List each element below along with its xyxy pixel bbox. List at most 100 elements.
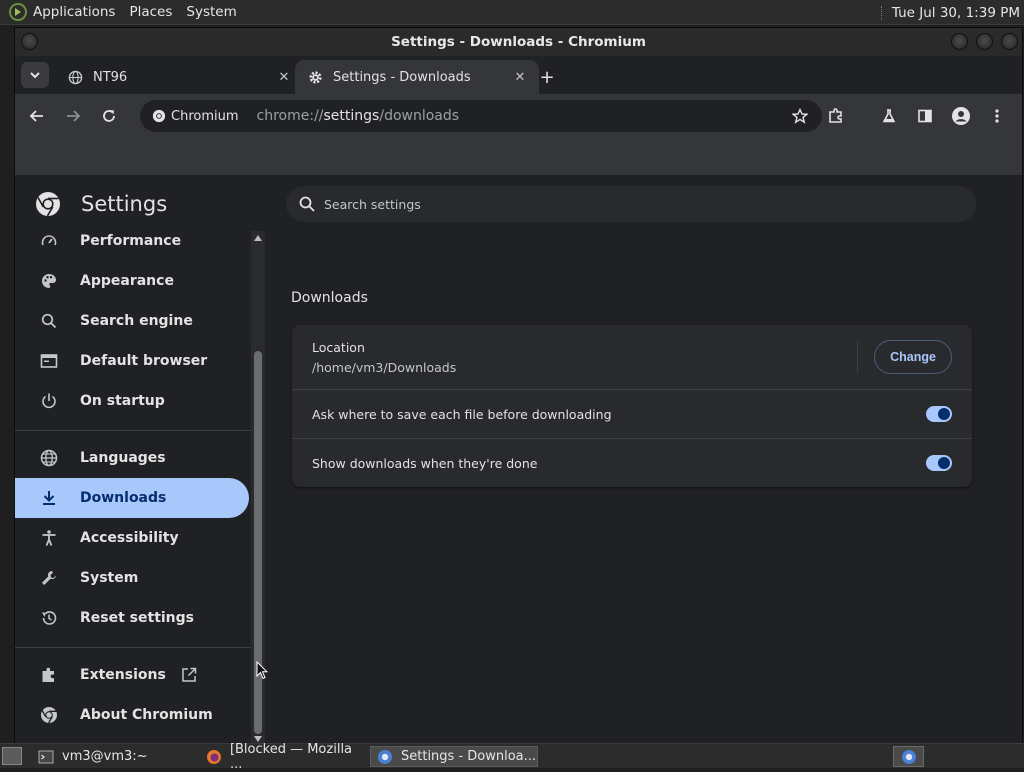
downloads-settings-card: Location /home/vm3/Downloads Change Ask …	[292, 325, 972, 487]
sidebar-item-reset-settings[interactable]: Reset settings	[15, 598, 249, 638]
clock[interactable]: Tue Jul 30, 1:39 PM	[880, 0, 1024, 25]
show-downloads-toggle[interactable]	[926, 455, 952, 471]
sidebar-item-downloads[interactable]: Downloads	[15, 478, 249, 518]
close-window-button[interactable]	[1001, 33, 1018, 50]
nav-divider	[15, 430, 251, 431]
taskbar-item-chromium[interactable]: Settings - Downloa...	[370, 746, 538, 767]
palette-icon	[39, 271, 59, 291]
open-in-new-icon	[182, 667, 197, 682]
ask-where-toggle[interactable]	[926, 406, 952, 422]
sidebar-item-extensions[interactable]: Extensions	[15, 655, 249, 695]
search-settings-field[interactable]: Search settings	[286, 186, 976, 222]
location-path: /home/vm3/Downloads	[312, 360, 457, 375]
minimize-button[interactable]	[951, 33, 968, 50]
taskbar-label: [Blocked — Mozilla ...	[229, 741, 353, 772]
url-text[interactable]: chrome://settings/downloads	[257, 108, 460, 124]
search-placeholder: Search settings	[324, 196, 421, 212]
side-panel-button[interactable]	[911, 102, 939, 130]
chromium-icon	[378, 749, 392, 764]
forward-button[interactable]	[59, 102, 87, 130]
search-icon	[39, 311, 59, 331]
show-downloads-label: Show downloads when they're done	[312, 455, 538, 471]
gear-icon	[307, 69, 323, 85]
tab-strip: NT96 ✕ Settings - Downloads ✕ +	[15, 56, 1022, 94]
avatar-icon	[952, 107, 970, 125]
distro-logo-icon[interactable]	[9, 3, 27, 21]
browser-icon	[39, 351, 59, 371]
close-icon[interactable]: ✕	[275, 68, 293, 86]
address-bar[interactable]: Chromium chrome://settings/downloads	[140, 100, 822, 132]
window-title: Settings - Downloads - Chromium	[391, 34, 646, 50]
close-icon[interactable]: ✕	[511, 68, 529, 86]
tab-settings-downloads[interactable]: Settings - Downloads ✕	[295, 60, 539, 94]
labs-button[interactable]	[875, 102, 903, 130]
scroll-up-arrow-icon[interactable]	[254, 235, 262, 241]
history-icon	[39, 608, 59, 628]
ask-where-row[interactable]: Ask where to save each file before downl…	[292, 389, 972, 438]
sidebar-item-on-startup[interactable]: On startup	[15, 381, 249, 421]
sidebar-item-system[interactable]: System	[15, 558, 249, 598]
puzzle-icon	[39, 665, 59, 685]
sidebar-item-about-chromium[interactable]: About Chromium	[15, 695, 249, 735]
url-scheme: chrome://	[256, 108, 324, 124]
settings-title: Settings	[81, 192, 168, 216]
sidebar-item-label: Search engine	[80, 313, 193, 329]
sidebar-item-label: Performance	[80, 233, 182, 249]
profile-button[interactable]	[947, 102, 975, 130]
clock-text: Tue Jul 30, 1:39 PM	[891, 4, 1020, 21]
sidebar-item-performance[interactable]: Performance	[15, 230, 249, 261]
top-panel: Applications Places System Tue Jul 30, 1…	[0, 0, 1024, 25]
sidebar-item-label: Appearance	[80, 273, 174, 289]
window-titlebar[interactable]: Settings - Downloads - Chromium	[15, 28, 1022, 56]
chromium-logo-icon	[36, 192, 60, 217]
back-button[interactable]	[23, 102, 51, 130]
location-label: Location	[312, 340, 365, 355]
sidebar-item-appearance[interactable]: Appearance	[15, 261, 249, 301]
site-chip-label: Chromium	[171, 108, 239, 124]
menu-button[interactable]	[983, 102, 1011, 130]
mouse-cursor-icon	[256, 661, 268, 680]
sidebar-item-search-engine[interactable]: Search engine	[15, 301, 249, 341]
panel-separator	[880, 5, 884, 20]
tab-search-button[interactable]	[21, 62, 49, 88]
system-menu[interactable]: System	[186, 4, 236, 20]
reload-button[interactable]	[95, 102, 123, 130]
side-panel-icon	[918, 109, 932, 123]
new-tab-button[interactable]: +	[535, 65, 559, 89]
settings-nav: Performance Appearance Search engine Def…	[15, 230, 251, 744]
maximize-button[interactable]	[976, 33, 993, 50]
terminal-icon	[38, 750, 54, 763]
sidebar-item-accessibility[interactable]: Accessibility	[15, 518, 249, 558]
tab-label: NT96	[93, 69, 128, 85]
section-title-downloads: Downloads	[291, 290, 368, 306]
sidebar-item-languages[interactable]: Languages	[15, 438, 249, 478]
places-menu[interactable]: Places	[129, 4, 172, 20]
download-icon	[39, 488, 59, 508]
sidebar-item-label: Default browser	[80, 353, 208, 369]
applications-menu[interactable]: Applications	[33, 4, 115, 20]
sidebar-item-label: Languages	[80, 450, 166, 466]
tray-chromium-icon[interactable]	[893, 746, 924, 767]
speedometer-icon	[39, 231, 59, 251]
taskbar-label: vm3@vm3:~	[62, 749, 148, 764]
window-menu-button[interactable]	[21, 33, 38, 50]
arrow-right-icon	[67, 110, 81, 122]
show-downloads-row[interactable]: Show downloads when they're done	[292, 438, 972, 487]
sidebar-item-label: System	[80, 570, 139, 586]
extensions-button[interactable]	[822, 102, 850, 130]
change-location-button[interactable]: Change	[874, 340, 952, 374]
sidebar-item-default-browser[interactable]: Default browser	[15, 341, 249, 381]
sidebar-item-label: Downloads	[80, 490, 167, 506]
bookmarks-bar-area	[15, 138, 1022, 176]
show-desktop-button[interactable]	[2, 747, 22, 765]
site-info-chip[interactable]: Chromium	[146, 104, 247, 128]
flask-icon	[882, 109, 896, 123]
nav-divider	[15, 647, 251, 648]
taskbar-item-terminal[interactable]: vm3@vm3:~	[32, 746, 198, 767]
bookmark-star-button[interactable]	[788, 104, 812, 128]
tab-label: Settings - Downloads	[333, 69, 471, 85]
ask-where-label: Ask where to save each file before downl…	[312, 406, 612, 422]
tab-nt96[interactable]: NT96 ✕	[55, 60, 303, 94]
chromium-icon	[901, 749, 916, 764]
taskbar-item-firefox[interactable]: [Blocked — Mozilla ...	[200, 742, 368, 772]
